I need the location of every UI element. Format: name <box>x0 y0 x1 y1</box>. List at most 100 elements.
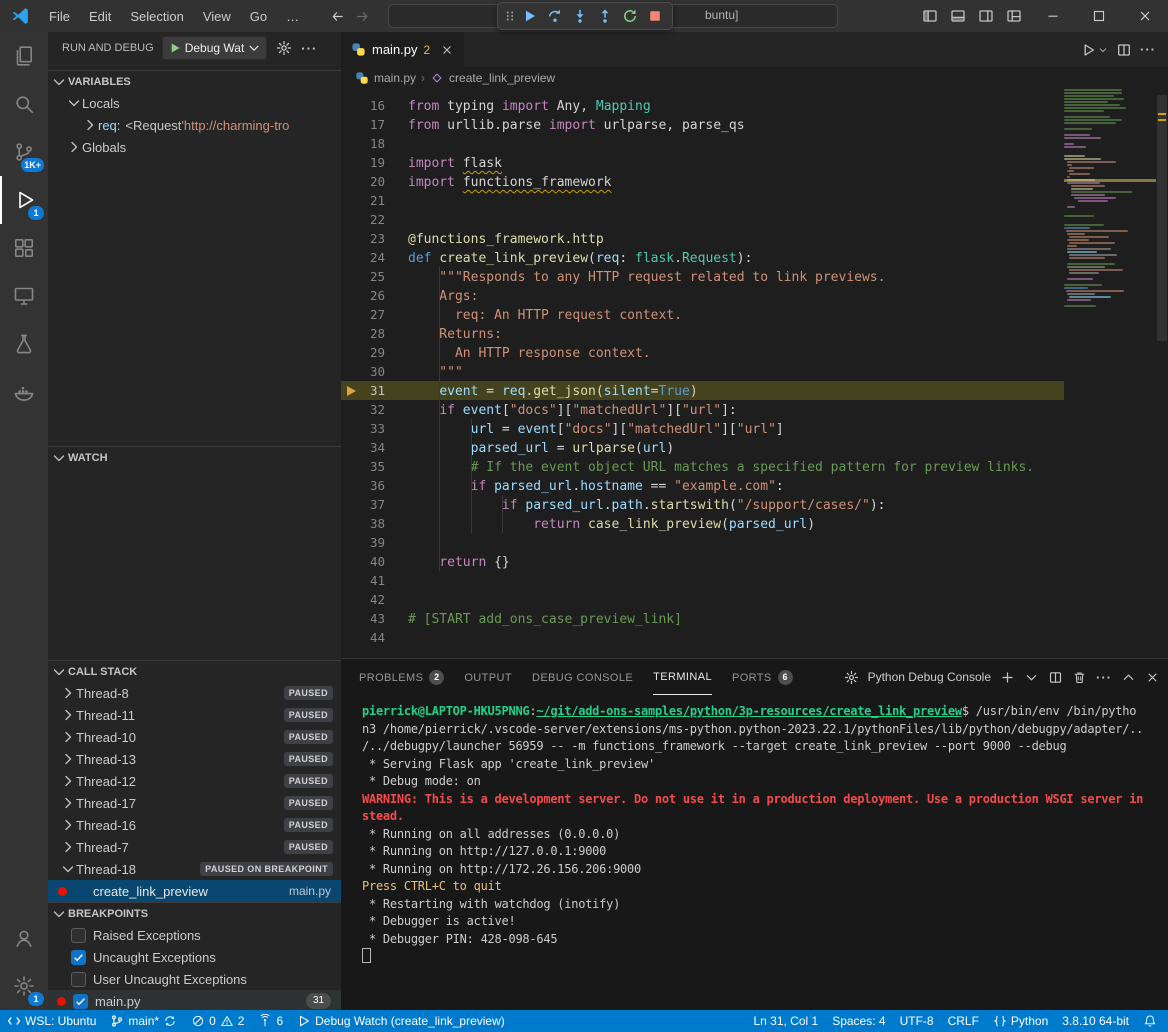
code-line-27[interactable]: 27 req: An HTTP request context. <box>341 305 1064 324</box>
line-number[interactable]: 28 <box>341 324 385 343</box>
code-line-17[interactable]: 17from urllib.parse import urlparse, par… <box>341 115 1064 134</box>
code-line-37[interactable]: 37 if parsed_url.path.startswith("/suppo… <box>341 495 1064 514</box>
code-line-40[interactable]: 40 return {} <box>341 552 1064 571</box>
cursor-position[interactable]: Ln 31, Col 1 <box>746 1010 825 1032</box>
step-over-button[interactable] <box>542 4 567 28</box>
code-editor[interactable]: 16from typing import Any, Mapping17from … <box>341 89 1064 658</box>
terminal-dropdown-chevron[interactable] <box>1024 670 1039 685</box>
indentation[interactable]: Spaces: 4 <box>825 1010 892 1032</box>
toggle-panel-button[interactable] <box>944 0 972 32</box>
menu-edit[interactable]: Edit <box>80 6 120 27</box>
activity-testing[interactable] <box>0 320 48 368</box>
section-call-stack[interactable]: CALL STACK <box>48 660 341 682</box>
activity-settings[interactable]: 1 <box>0 962 48 1010</box>
menu-view[interactable]: View <box>194 6 240 27</box>
eol-sequence[interactable]: CRLF <box>941 1010 986 1032</box>
debug-toolbar-drag-handle-icon[interactable] <box>503 4 517 28</box>
line-number[interactable]: 16 <box>341 96 385 115</box>
step-out-button[interactable] <box>592 4 617 28</box>
code-line-19[interactable]: 19import flask <box>341 153 1064 172</box>
line-number[interactable]: 36 <box>341 476 385 495</box>
python-interpreter[interactable]: 3.8.10 64-bit <box>1055 1010 1136 1032</box>
code-line-36[interactable]: 36 if parsed_url.hostname == "example.co… <box>341 476 1064 495</box>
chevron-down-icon[interactable] <box>60 861 76 877</box>
chevron-right-icon[interactable] <box>60 773 76 789</box>
debug-status[interactable]: Debug Watch (create_link_preview) <box>290 1010 512 1032</box>
language-mode[interactable]: Python <box>986 1010 1055 1032</box>
code-line-25[interactable]: 25 """Responds to any HTTP request relat… <box>341 267 1064 286</box>
split-editor-button[interactable] <box>1116 42 1132 58</box>
code-line-41[interactable]: 41 <box>341 571 1064 590</box>
code-line-22[interactable]: 22 <box>341 210 1064 229</box>
tab-main-py[interactable]: main.py 2 <box>341 32 464 67</box>
line-number[interactable]: 40 <box>341 552 385 571</box>
variables-scope-globals[interactable]: Globals <box>48 136 341 158</box>
menu-go[interactable]: Go <box>241 6 276 27</box>
code-line-29[interactable]: 29 An HTTP response context. <box>341 343 1064 362</box>
code-line-34[interactable]: 34 parsed_url = urlparse(url) <box>341 438 1064 457</box>
variables-scope-locals[interactable]: Locals <box>48 92 341 114</box>
section-watch[interactable]: WATCH <box>48 446 341 468</box>
run-python-file-button[interactable] <box>1080 42 1096 58</box>
minimize-button[interactable] <box>1030 0 1076 32</box>
line-number[interactable]: 26 <box>341 286 385 305</box>
breakpoint-checkbox[interactable] <box>73 994 88 1009</box>
code-line-38[interactable]: 38 return case_link_preview(parsed_url) <box>341 514 1064 533</box>
new-terminal-button[interactable] <box>1000 670 1015 685</box>
restart-button[interactable] <box>617 4 642 28</box>
terminal[interactable]: pierrick@LAPTOP-HKU5PNNG:~/git/add-ons-s… <box>362 703 1162 966</box>
chevron-right-icon[interactable] <box>60 795 76 811</box>
close-panel-button[interactable] <box>1145 670 1160 685</box>
line-number[interactable]: 33 <box>341 419 385 438</box>
line-number[interactable]: 42 <box>341 590 385 609</box>
callstack-thread-thread-10[interactable]: Thread-10PAUSED <box>48 726 341 748</box>
toggle-sidebar-button[interactable] <box>916 0 944 32</box>
section-variables[interactable]: VARIABLES <box>48 70 341 92</box>
line-number[interactable]: 37 <box>341 495 385 514</box>
breakpoint-checkbox[interactable] <box>71 928 86 943</box>
panel-tab-ports[interactable]: PORTS6 <box>732 660 793 695</box>
breakpoint-main-py[interactable]: main.py31 <box>48 990 341 1010</box>
code-line-35[interactable]: 35 # If the event object URL matches a s… <box>341 457 1064 476</box>
panel-tab-terminal[interactable]: TERMINAL <box>653 660 712 695</box>
callstack-thread-thread-11[interactable]: Thread-11PAUSED <box>48 704 341 726</box>
code-line-23[interactable]: 23@functions_framework.http <box>341 229 1064 248</box>
line-number[interactable]: 29 <box>341 343 385 362</box>
stop-button[interactable] <box>642 4 667 28</box>
breakpoint-checkbox[interactable] <box>71 972 86 987</box>
menu-selection[interactable]: Selection <box>121 6 192 27</box>
callstack-thread-thread-17[interactable]: Thread-17PAUSED <box>48 792 341 814</box>
activity-search[interactable] <box>0 80 48 128</box>
line-number[interactable]: 41 <box>341 571 385 590</box>
panel-tab-problems[interactable]: PROBLEMS2 <box>359 660 444 695</box>
line-number[interactable]: 38 <box>341 514 385 533</box>
code-line-18[interactable]: 18 <box>341 134 1064 153</box>
close-window-button[interactable] <box>1122 0 1168 32</box>
editor-scrollbar[interactable] <box>1156 89 1168 658</box>
split-terminal-button[interactable] <box>1048 670 1063 685</box>
line-number[interactable]: 44 <box>341 628 385 647</box>
active-terminal-name[interactable]: Python Debug Console <box>868 670 991 684</box>
encoding[interactable]: UTF-8 <box>893 1010 941 1032</box>
callstack-thread-thread-8[interactable]: Thread-8PAUSED <box>48 682 341 704</box>
chevron-right-icon[interactable] <box>60 751 76 767</box>
code-line-21[interactable]: 21 <box>341 191 1064 210</box>
line-number[interactable]: 21 <box>341 191 385 210</box>
branch-status[interactable]: main* <box>103 1010 184 1032</box>
chevron-right-icon[interactable] <box>60 707 76 723</box>
callstack-thread-thread-13[interactable]: Thread-13PAUSED <box>48 748 341 770</box>
line-number[interactable]: 17 <box>341 115 385 134</box>
menu-item[interactable]: … <box>277 6 308 27</box>
problems-status[interactable]: 02 <box>184 1010 251 1032</box>
code-line-31[interactable]: 31 event = req.get_json(silent=True) <box>341 381 1064 400</box>
code-line-16[interactable]: 16from typing import Any, Mapping <box>341 96 1064 115</box>
minimap[interactable] <box>1064 89 1156 658</box>
chevron-right-icon[interactable] <box>60 729 76 745</box>
variable-req[interactable]: req: <Request 'http://charming-tro <box>48 114 341 136</box>
callstack-frame[interactable]: create_link_previewmain.py <box>48 880 341 902</box>
menu-file[interactable]: File <box>40 6 79 27</box>
ports-status[interactable]: 6 <box>251 1010 290 1032</box>
callstack-thread-thread-16[interactable]: Thread-16PAUSED <box>48 814 341 836</box>
code-line-42[interactable]: 42 <box>341 590 1064 609</box>
activity-explorer[interactable] <box>0 32 48 80</box>
